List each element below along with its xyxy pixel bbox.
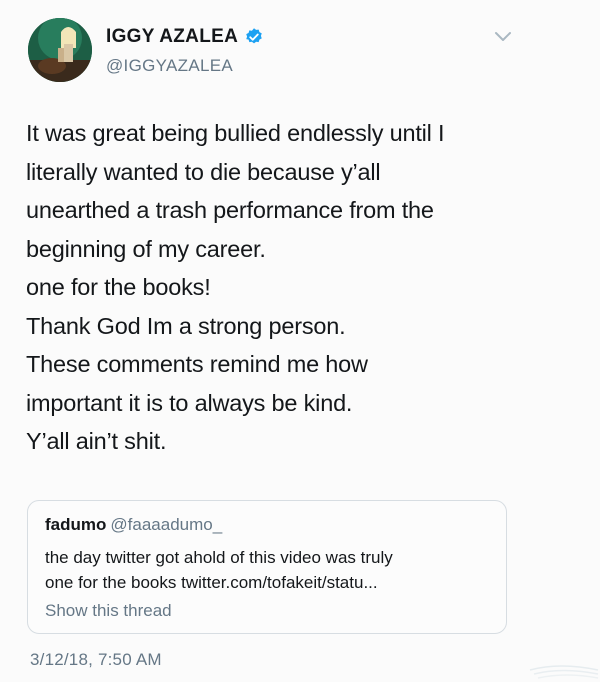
quoted-text-line: one for the books twitter.com/tofakeit/s…	[45, 573, 378, 592]
tweet-card: IGGY AZALEA @IGGYAZALEA It was great bei…	[0, 0, 600, 682]
tweet-line: one for the books!	[26, 274, 211, 300]
avatar-image	[28, 18, 92, 82]
display-name[interactable]: IGGY AZALEA	[106, 26, 238, 48]
author-info: IGGY AZALEA @IGGYAZALEA	[106, 26, 264, 76]
quoted-text: the day twitter got ahold of this video …	[45, 545, 393, 595]
quoted-handle: @faaaadumo_	[110, 515, 223, 534]
tweet-line: beginning of my career.	[26, 235, 266, 262]
show-thread-link[interactable]: Show this thread	[45, 601, 172, 621]
tweet-line: literally wanted to die because y’all	[26, 158, 381, 185]
tweet-line: It was great being bullied endlessly unt…	[26, 120, 445, 146]
quoted-display-name: fadumo	[45, 515, 107, 534]
tweet-line: unearthed a trash performance from the	[26, 197, 434, 223]
tweet-line: Y’all ain’t shit.	[26, 428, 167, 454]
tweet-line: These comments remind me how	[26, 351, 368, 377]
user-handle[interactable]: @IGGYAZALEA	[106, 56, 264, 76]
verified-badge-icon	[246, 28, 262, 44]
avatar[interactable]	[28, 18, 92, 82]
tweet-line: important it is to always be kind.	[26, 389, 353, 416]
corner-decoration	[529, 665, 599, 679]
quoted-text-line: the day twitter got ahold of this video …	[45, 548, 393, 567]
tweet-timestamp[interactable]: 3/12/18, 7:50 AM	[30, 650, 162, 670]
chevron-down-icon[interactable]	[494, 30, 512, 44]
tweet-line: Thank God Im a strong person.	[26, 312, 346, 339]
quoted-author: fadumo @faaaadumo_	[45, 515, 222, 535]
tweet-text: It was great being bullied endlessly unt…	[26, 114, 566, 461]
quoted-tweet[interactable]: fadumo @faaaadumo_ the day twitter got ah…	[27, 500, 507, 634]
